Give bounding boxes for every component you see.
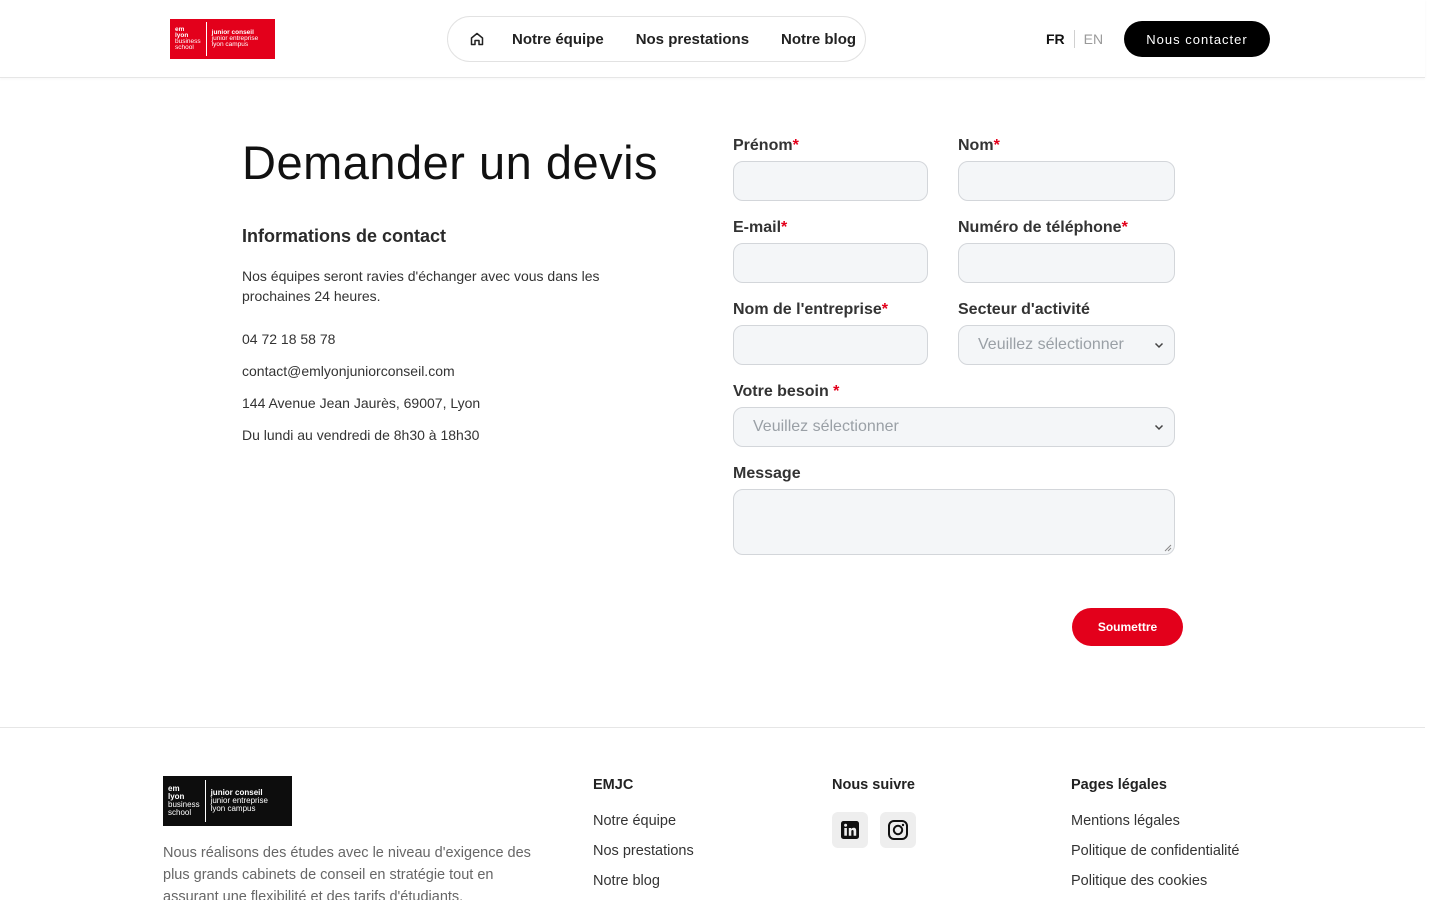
footer-logo-school-text: em lyon business school: [168, 784, 200, 817]
need-label: Votre besoin *: [733, 383, 840, 400]
footer-logo-divider: [204, 780, 206, 822]
phone-field[interactable]: [958, 243, 1175, 283]
contact-phone[interactable]: 04 72 18 58 78: [242, 331, 335, 347]
footer-link-team[interactable]: Notre équipe: [593, 813, 676, 829]
contact-hours: Du lundi au vendredi de 8h30 à 18h30: [242, 427, 480, 443]
phone-label: Numéro de téléphone*: [958, 219, 1128, 236]
contact-info-title: Informations de contact: [242, 226, 447, 246]
footer-link-legal-notice[interactable]: Mentions légales: [1071, 813, 1180, 829]
footer-link-privacy[interactable]: Politique de confidentialité: [1071, 843, 1239, 859]
brand-logo[interactable]: em lyon business school junior conseil j…: [170, 19, 275, 59]
last-name-label: Nom*: [958, 137, 1000, 154]
footer-emjc-title: EMJC: [593, 777, 634, 793]
logo-divider: [205, 22, 207, 56]
contact-info-description: Nos équipes seront ravies d'échanger ave…: [242, 268, 600, 304]
contact-address: 144 Avenue Jean Jaurès, 69007, Lyon: [242, 395, 481, 411]
company-field[interactable]: [733, 325, 928, 365]
first-name-label: Prénom*: [733, 137, 799, 154]
instagram-icon[interactable]: [880, 812, 916, 848]
message-textarea[interactable]: [733, 489, 1175, 555]
message-label: Message: [733, 465, 801, 482]
footer-logo[interactable]: em lyon business school junior conseil j…: [163, 776, 292, 826]
lang-fr[interactable]: FR: [1046, 31, 1065, 47]
contact-button[interactable]: Nous contacter: [1124, 21, 1270, 57]
language-switcher: FR EN: [1046, 30, 1103, 48]
footer-description: Nous réalisons des études avec le niveau…: [163, 845, 531, 900]
nav-link-blog[interactable]: Notre blog: [781, 31, 856, 48]
lang-divider: [1073, 30, 1075, 48]
submit-button[interactable]: Soumettre: [1072, 608, 1183, 646]
footer-legal-title: Pages légales: [1071, 777, 1167, 793]
footer-logo-junior-text: junior conseil junior entreprise lyon ca…: [210, 788, 268, 813]
logo-junior-text: junior conseil junior entreprise lyon ca…: [211, 28, 259, 49]
home-icon[interactable]: [468, 30, 486, 48]
linkedin-icon[interactable]: [832, 812, 868, 848]
first-name-field[interactable]: [733, 161, 928, 201]
chevron-down-icon: [1154, 424, 1164, 431]
need-select[interactable]: Veuillez sélectionner: [733, 407, 1175, 447]
email-label: E-mail*: [733, 219, 788, 236]
lang-en[interactable]: EN: [1084, 31, 1103, 47]
page-title: Demander un devis: [242, 136, 659, 189]
email-field[interactable]: [733, 243, 928, 283]
sector-label: Secteur d'activité: [958, 301, 1090, 318]
chevron-down-icon: [1154, 342, 1164, 349]
site-header: em lyon business school junior conseil j…: [0, 0, 1425, 78]
footer-link-cookies[interactable]: Politique des cookies: [1071, 873, 1207, 889]
sector-select-value: Veuillez sélectionner: [978, 336, 1124, 353]
nav-link-team[interactable]: Notre équipe: [512, 31, 604, 48]
footer-link-services[interactable]: Nos prestations: [593, 843, 694, 859]
footer-divider: [0, 727, 1425, 728]
company-label: Nom de l'entreprise*: [733, 301, 888, 318]
sector-select[interactable]: Veuillez sélectionner: [958, 325, 1175, 365]
footer-follow-title: Nous suivre: [832, 777, 915, 793]
logo-school-text: em lyon business school: [175, 25, 201, 52]
nav-link-services[interactable]: Nos prestations: [636, 31, 749, 48]
contact-email[interactable]: contact@emlyonjuniorconseil.com: [242, 363, 455, 379]
main-nav: Notre équipe Nos prestations Notre blog: [447, 16, 866, 62]
last-name-field[interactable]: [958, 161, 1175, 201]
need-select-value: Veuillez sélectionner: [753, 418, 899, 435]
resize-handle-icon[interactable]: [1164, 544, 1172, 552]
footer-link-blog[interactable]: Notre blog: [593, 873, 660, 889]
